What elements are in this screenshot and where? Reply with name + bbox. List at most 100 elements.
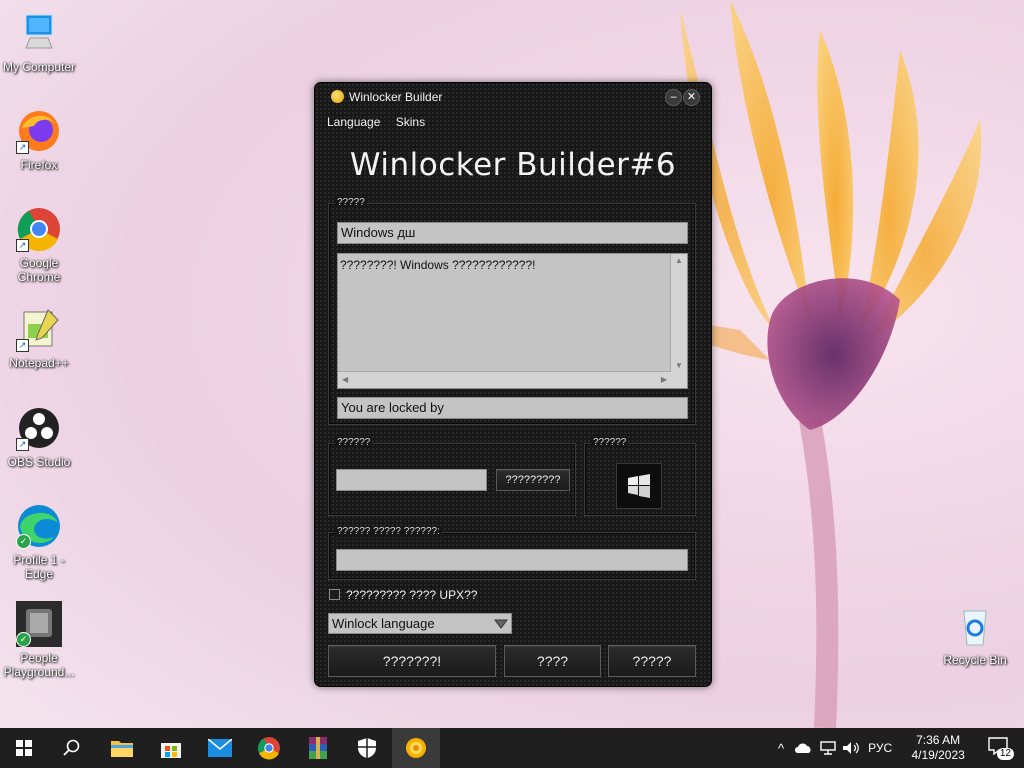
desktop-icon-edge[interactable]: ✓ Profile 1 - Edge xyxy=(0,503,78,581)
shortcut-arrow-icon: ↗ xyxy=(16,438,29,451)
title-input[interactable]: Windows дш xyxy=(337,222,688,244)
search-button[interactable] xyxy=(48,728,96,768)
group-legend: ????? xyxy=(335,197,367,208)
desktop-icon-my-computer[interactable]: My Computer xyxy=(0,10,78,74)
taskbar-store[interactable] xyxy=(147,728,195,768)
sync-check-icon: ✓ xyxy=(16,632,31,647)
icon-group: ?????? xyxy=(584,437,696,516)
windows-start-icon xyxy=(16,740,32,756)
chrome-icon: ↗ xyxy=(16,206,62,252)
window-title: Winlocker Builder xyxy=(349,90,443,104)
group-legend: ?????? xyxy=(335,437,373,448)
scroll-up-icon[interactable]: ▲ xyxy=(675,256,683,265)
notification-count-badge: 12 xyxy=(996,748,1014,760)
chrome-icon xyxy=(257,737,280,760)
menu-language[interactable]: Language xyxy=(327,115,380,129)
start-button[interactable] xyxy=(0,728,48,768)
upx-checkbox[interactable] xyxy=(329,589,340,600)
desktop-icon-label: Recycle Bin xyxy=(943,653,1007,667)
taskbar-mail[interactable] xyxy=(196,728,244,768)
chevron-up-icon[interactable]: ^ xyxy=(778,741,784,756)
taskbar-chrome[interactable] xyxy=(245,728,293,768)
desktop-icon-label: OBS Studio xyxy=(7,455,71,469)
build-button[interactable]: ???????! xyxy=(328,645,496,677)
shield-icon xyxy=(358,738,376,758)
horizontal-scrollbar[interactable]: ◀ ▶ xyxy=(338,371,671,388)
code-input[interactable] xyxy=(336,469,487,491)
scroll-down-icon[interactable]: ▼ xyxy=(675,361,683,370)
desktop-icon-chrome[interactable]: ↗ Google Chrome xyxy=(0,206,78,284)
windows-logo-icon xyxy=(628,474,650,498)
scroll-left-icon[interactable]: ◀ xyxy=(342,375,348,384)
group-legend: ?????? xyxy=(591,437,629,448)
locked-by-input[interactable]: You are locked by xyxy=(337,397,688,419)
test-button[interactable]: ???? xyxy=(504,645,601,677)
edge-icon: ✓ xyxy=(16,503,62,549)
dropdown-arrow-icon xyxy=(494,619,508,629)
language-select[interactable]: Winlock language xyxy=(328,613,512,634)
close-button[interactable]: ✕ xyxy=(683,89,700,106)
scroll-right-icon[interactable]: ▶ xyxy=(661,375,667,384)
app-icon xyxy=(331,90,344,103)
volume-icon[interactable] xyxy=(842,741,860,755)
path-input[interactable] xyxy=(336,549,688,571)
desktop-icon-people-playground[interactable]: ✓ People Playground... xyxy=(0,601,78,679)
taskbar-winrar[interactable] xyxy=(294,728,342,768)
system-tray: ^ РУС 7:36 AM 4/19/2023 xyxy=(778,728,974,768)
input-language-indicator[interactable]: РУС xyxy=(868,741,892,755)
obs-icon: ↗ xyxy=(16,405,62,451)
people-playground-icon: ✓ xyxy=(16,601,62,647)
store-icon xyxy=(161,743,181,758)
window-titlebar[interactable]: Winlocker Builder – ✕ xyxy=(315,83,711,109)
group-legend: ?????? ????? ??????: xyxy=(335,526,442,537)
taskbar-winlocker[interactable] xyxy=(392,728,440,768)
firefox-icon: ↗ xyxy=(16,108,62,154)
clock-time: 7:36 AM xyxy=(916,733,961,747)
winrar-icon xyxy=(309,737,327,759)
desktop-icon-label: My Computer xyxy=(2,60,76,74)
taskbar: ^ РУС 7:36 AM 4/19/2023 12 xyxy=(0,728,1024,768)
upx-checkbox-label: ????????? ???? UPX?? xyxy=(346,588,478,602)
desktop-icon-label: Firefox xyxy=(20,158,58,172)
taskbar-file-explorer[interactable] xyxy=(98,728,146,768)
winlocker-app-icon xyxy=(406,738,426,758)
desktop-icon-label: Profile 1 - Edge xyxy=(13,553,65,581)
unlock-code-group: ?????? ????????? xyxy=(328,437,576,516)
path-group: ?????? ????? ??????: xyxy=(328,526,696,580)
shortcut-arrow-icon: ↗ xyxy=(16,239,29,252)
search-icon xyxy=(63,739,80,756)
notification-center-button[interactable]: 12 xyxy=(976,728,1024,768)
desktop-icon-label: Notepad++ xyxy=(9,356,69,370)
shortcut-arrow-icon: ↗ xyxy=(16,339,29,352)
minimize-button[interactable]: – xyxy=(665,89,682,106)
shortcut-arrow-icon: ↗ xyxy=(16,141,29,154)
language-select-value: Winlock language xyxy=(332,616,435,631)
icon-picker-button[interactable] xyxy=(616,463,662,509)
generate-button[interactable]: ????????? xyxy=(496,469,570,491)
desktop-icon-label: Google Chrome xyxy=(17,256,61,284)
app-heading: Winlocker Builder#6 xyxy=(349,147,677,183)
onedrive-cloud-icon[interactable] xyxy=(794,742,812,754)
desktop-icon-obs[interactable]: ↗ OBS Studio xyxy=(0,405,78,469)
message-text: ????????! Windows ????????????! xyxy=(340,258,536,272)
message-textarea[interactable]: ????????! Windows ????????????! ▲ ▼ ◀ ▶ xyxy=(337,253,688,389)
menu-skins[interactable]: Skins xyxy=(396,115,425,129)
recycle-bin-icon xyxy=(952,603,998,649)
lock-text-group: ????? Windows дш ????????! Windows ?????… xyxy=(328,197,696,425)
exit-button[interactable]: ????? xyxy=(608,645,696,677)
desktop-icon-firefox[interactable]: ↗ Firefox xyxy=(0,108,78,172)
network-icon[interactable] xyxy=(820,741,836,755)
notepadpp-icon: ↗ xyxy=(16,306,62,352)
computer-icon xyxy=(16,10,62,56)
taskbar-security[interactable] xyxy=(343,728,391,768)
scroll-corner xyxy=(671,372,687,388)
folder-icon xyxy=(111,741,133,757)
desktop-icon-notepadpp[interactable]: ↗ Notepad++ xyxy=(0,306,78,370)
sync-check-icon: ✓ xyxy=(16,534,31,549)
menu-bar: Language Skins xyxy=(327,115,437,129)
desktop-icon-label: People Playground... xyxy=(3,651,75,679)
clock[interactable]: 7:36 AM 4/19/2023 xyxy=(902,733,974,763)
desktop-icon-recycle-bin[interactable]: Recycle Bin xyxy=(936,603,1014,667)
clock-date: 4/19/2023 xyxy=(911,748,965,762)
vertical-scrollbar[interactable]: ▲ ▼ xyxy=(670,254,687,372)
